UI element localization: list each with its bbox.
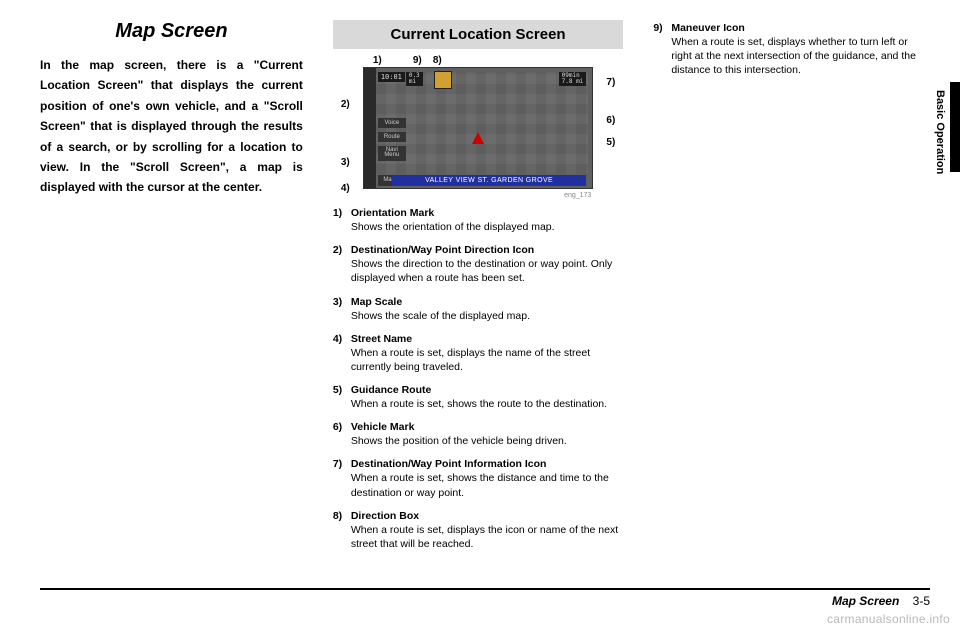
footer-title: Map Screen [832,594,899,608]
legend-item-body: Map ScaleShows the scale of the displaye… [351,296,624,323]
watermark: carmanualsonline.info [827,612,950,626]
page-footer: Map Screen 3-5 [40,588,930,608]
legend-item-body: Orientation MarkShows the orientation of… [351,207,624,234]
legend-item: 7)Destination/Way Point Information Icon… [333,458,624,499]
street-name-bar: VALLEY VIEW ST. GARDEN GROVE [392,175,587,186]
legend-item-body: Direction BoxWhen a route is set, displa… [351,510,624,551]
item-list-col2: 1)Orientation MarkShows the orientation … [333,207,624,551]
legend-item-number: 4) [333,333,351,374]
legend-item: 3)Map ScaleShows the scale of the displa… [333,296,624,323]
navi-label-2: Menu [382,153,402,158]
navi-menu-button: Navi Menu [378,146,406,161]
figure-code: eng_173 [564,192,591,199]
callout-2: 2) [341,99,350,110]
legend-item: 6)Vehicle MarkShows the position of the … [333,421,624,448]
clock-box: 10:01 [378,72,405,82]
legend-item-number: 3) [333,296,351,323]
legend-item-number: 6) [333,421,351,448]
callout-3: 3) [341,157,350,168]
legend-item-desc: When a route is set, shows the route to … [351,397,624,411]
callout-5: 5) [606,137,615,148]
callout-9: 9) [413,55,422,66]
route-button: Route [378,132,406,142]
legend-item-number: 9) [653,22,671,78]
scale-unit: mi [409,79,420,85]
callout-1: 1) [373,55,382,66]
callout-6: 6) [606,115,615,126]
legend-item-body: Destination/Way Point Direction IconShow… [351,244,624,285]
voice-button: Voice [378,118,406,128]
destination-info-box: 09min 7.8 mi [559,72,587,86]
legend-item-body: Maneuver IconWhen a route is set, displa… [671,22,930,78]
legend-item-body: Destination/Way Point Information IconWh… [351,458,624,499]
legend-item: 5)Guidance RouteWhen a route is set, sho… [333,384,624,411]
page-title: Map Screen [40,20,303,43]
legend-item-title: Destination/Way Point Information Icon [351,458,624,470]
intro-paragraph: In the map screen, there is a "Current L… [40,55,303,198]
legend-item-body: Vehicle MarkShows the position of the ve… [351,421,624,448]
callout-4: 4) [341,183,350,194]
legend-item-number: 8) [333,510,351,551]
legend-item-number: 2) [333,244,351,285]
item-list-col3: 9)Maneuver IconWhen a route is set, disp… [653,22,930,78]
legend-item-body: Guidance RouteWhen a route is set, shows… [351,384,624,411]
nav-screen: 10:01 0.3 mi 09min 7.8 mi Voice Route Na… [363,67,594,189]
legend-item-desc: When a route is set, displays whether to… [671,35,930,78]
legend-item-title: Direction Box [351,510,624,522]
legend-item-title: Guidance Route [351,384,624,396]
vehicle-mark-icon [472,132,484,144]
direction-box-icon [434,71,452,89]
side-section-label: Basic Operation [934,90,946,174]
legend-item-body: Street NameWhen a route is set, displays… [351,333,624,374]
legend-item-title: Street Name [351,333,624,345]
legend-item: 9)Maneuver IconWhen a route is set, disp… [653,22,930,78]
legend-item-number: 1) [333,207,351,234]
legend-item-title: Maneuver Icon [671,22,930,34]
callout-7: 7) [606,77,615,88]
legend-item-desc: When a route is set, shows the distance … [351,471,624,499]
legend-item-number: 5) [333,384,351,411]
legend-item-title: Map Scale [351,296,624,308]
legend-item-desc: When a route is set, displays the icon o… [351,523,624,551]
legend-item-desc: Shows the direction to the destination o… [351,257,624,285]
footer-page-number: 3-5 [913,594,930,608]
dest-dist: 7.8 mi [562,79,584,85]
legend-item: 2)Destination/Way Point Direction IconSh… [333,244,624,285]
section-header: Current Location Screen [333,20,624,49]
legend-item-title: Destination/Way Point Direction Icon [351,244,624,256]
legend-item-desc: Shows the scale of the displayed map. [351,309,624,323]
legend-item-title: Vehicle Mark [351,421,624,433]
side-tab [950,82,960,172]
nav-leftbar [364,68,376,188]
legend-item-number: 7) [333,458,351,499]
legend-item: 1)Orientation MarkShows the orientation … [333,207,624,234]
legend-item: 8)Direction BoxWhen a route is set, disp… [333,510,624,551]
callout-8: 8) [433,55,442,66]
legend-item-desc: When a route is set, displays the name o… [351,346,624,374]
legend-item-desc: Shows the orientation of the displayed m… [351,220,624,234]
map-scale-box: 0.3 mi [406,72,423,86]
legend-item-title: Orientation Mark [351,207,624,219]
legend-item-desc: Shows the position of the vehicle being … [351,434,624,448]
legend-item: 4)Street NameWhen a route is set, displa… [333,333,624,374]
nav-map-figure: 10:01 0.3 mi 09min 7.8 mi Voice Route Na… [333,57,624,197]
map-area [376,72,589,174]
